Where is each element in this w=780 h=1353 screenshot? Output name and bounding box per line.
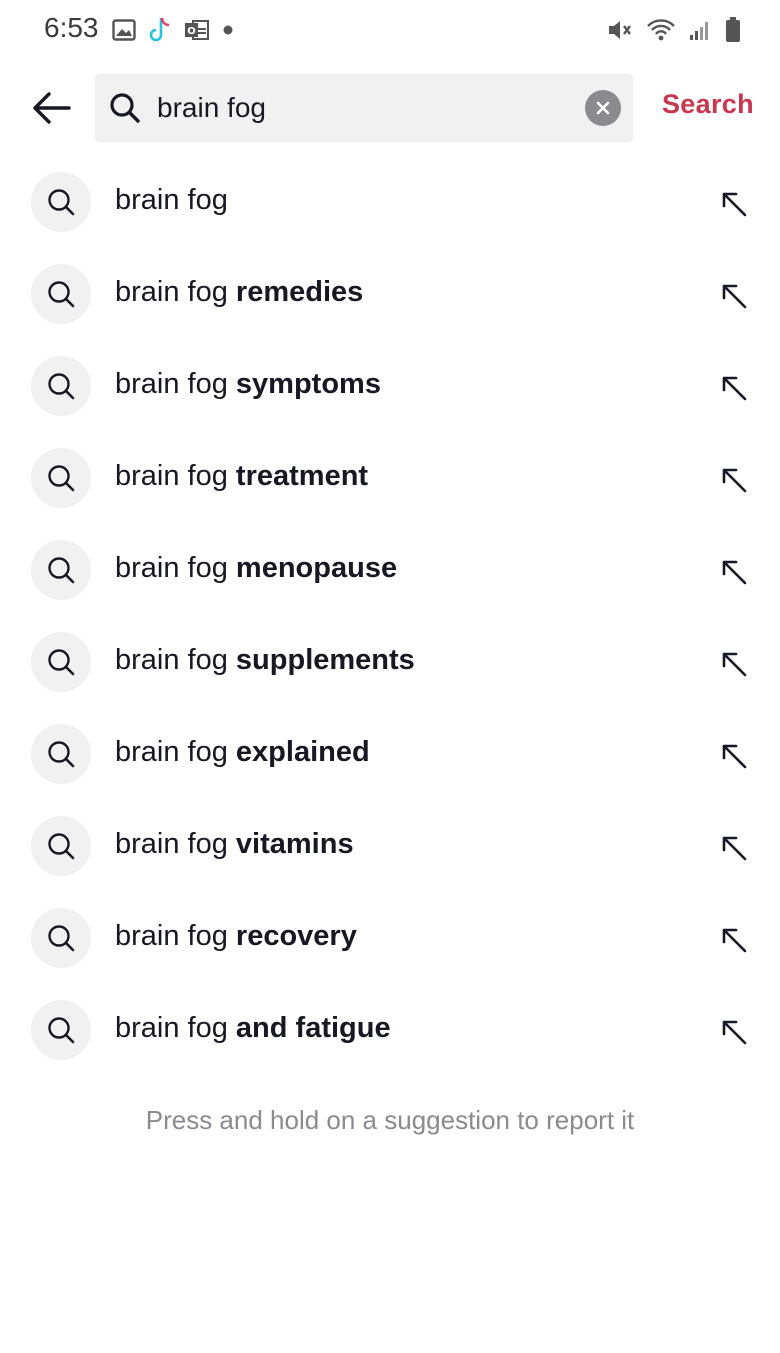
suggestion-text: brain fog remedies (115, 276, 364, 308)
dot-icon (222, 24, 234, 36)
search-input[interactable] (157, 84, 597, 132)
search-icon (31, 356, 91, 416)
suggestion-text: brain fog recovery (115, 920, 357, 952)
arrow-up-left-icon[interactable] (716, 186, 752, 222)
suggestion-item[interactable]: brain fog recovery (0, 892, 780, 984)
search-icon (31, 172, 91, 232)
search-icon (31, 1000, 91, 1060)
search-icon (31, 724, 91, 784)
suggestion-item[interactable]: brain fog and fatigue (0, 984, 780, 1076)
arrow-up-left-icon[interactable] (716, 1014, 752, 1050)
search-icon (31, 448, 91, 508)
suggestion-item[interactable]: brain fog vitamins (0, 800, 780, 892)
suggestion-text: brain fog (115, 184, 228, 216)
search-icon (31, 264, 91, 324)
suggestion-item[interactable]: brain fog treatment (0, 432, 780, 524)
arrow-up-left-icon[interactable] (716, 462, 752, 498)
suggestion-item[interactable]: brain fog menopause (0, 524, 780, 616)
suggestion-item[interactable]: brain fog (0, 156, 780, 248)
suggestion-text: brain fog and fatigue (115, 1012, 391, 1044)
suggestion-item[interactable]: brain fog explained (0, 708, 780, 800)
status-notification-icons: O (112, 16, 234, 44)
search-icon (31, 816, 91, 876)
search-box[interactable] (95, 74, 633, 142)
battery-icon (724, 16, 742, 44)
arrow-up-left-icon[interactable] (716, 370, 752, 406)
status-system-icons (606, 14, 742, 46)
suggestion-text: brain fog supplements (115, 644, 415, 676)
search-submit-button[interactable]: Search (662, 89, 754, 120)
signal-icon (688, 18, 712, 42)
svg-text:O: O (187, 26, 196, 37)
clear-icon (596, 101, 610, 115)
search-icon (31, 540, 91, 600)
arrow-up-left-icon[interactable] (716, 922, 752, 958)
suggestion-item[interactable]: brain fog remedies (0, 248, 780, 340)
tiktok-icon (148, 16, 172, 44)
arrow-up-left-icon[interactable] (716, 646, 752, 682)
arrow-left-icon (33, 92, 71, 124)
suggestion-text: brain fog menopause (115, 552, 398, 584)
suggestion-list: brain fog brain fog remedies brain fog s… (0, 156, 780, 1076)
arrow-up-left-icon[interactable] (716, 554, 752, 590)
status-time: 6:53 (44, 12, 99, 43)
suggestion-item[interactable]: brain fog symptoms (0, 340, 780, 432)
suggestion-item[interactable]: brain fog supplements (0, 616, 780, 708)
search-icon (110, 93, 140, 123)
arrow-up-left-icon[interactable] (716, 278, 752, 314)
wifi-icon (646, 17, 676, 43)
report-hint: Press and hold on a suggestion to report… (145, 1105, 635, 1135)
suggestion-text: brain fog treatment (115, 460, 369, 492)
suggestion-text: brain fog vitamins (115, 828, 354, 860)
suggestion-text: brain fog explained (115, 736, 370, 768)
outlook-icon: O (184, 19, 210, 41)
suggestion-text: brain fog symptoms (115, 368, 381, 400)
clear-button[interactable] (585, 90, 621, 126)
arrow-up-left-icon[interactable] (716, 830, 752, 866)
search-icon (31, 632, 91, 692)
arrow-up-left-icon[interactable] (716, 738, 752, 774)
back-button[interactable] (26, 84, 76, 132)
status-bar: 6:53 O (0, 0, 780, 62)
image-icon (112, 19, 136, 41)
search-icon (31, 908, 91, 968)
mute-vibrate-icon (606, 17, 634, 43)
